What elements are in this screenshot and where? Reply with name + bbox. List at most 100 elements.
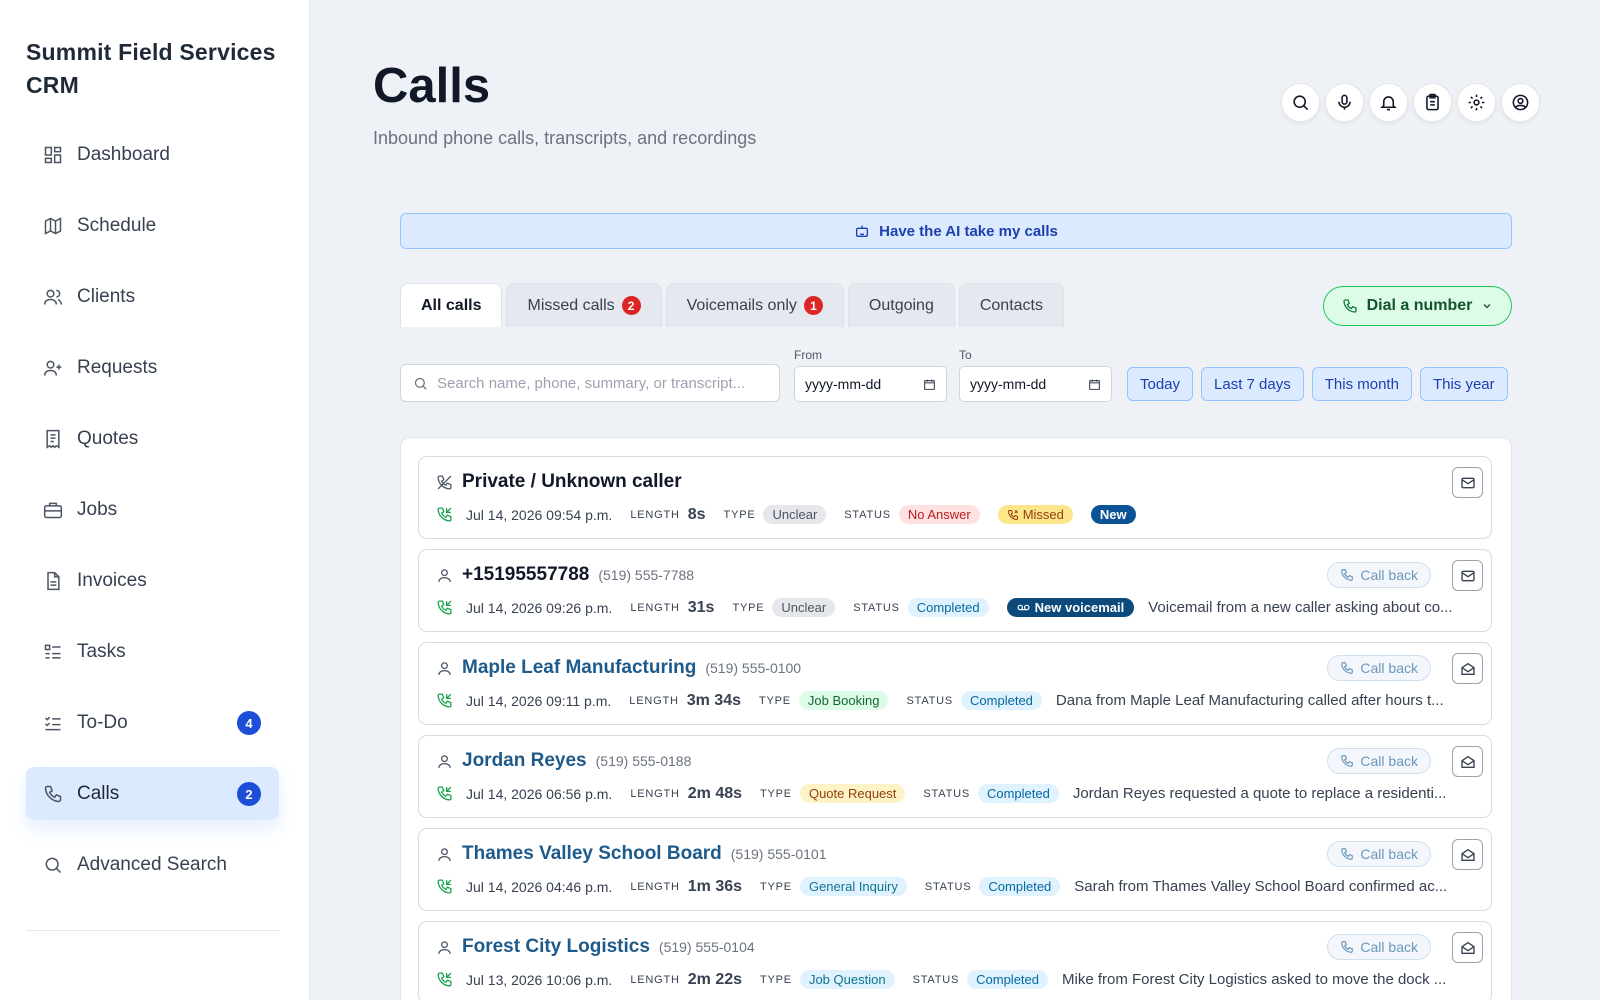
caller-name-link[interactable]: Jordan Reyes xyxy=(462,750,587,772)
call-back-label: Call back xyxy=(1360,939,1418,955)
caller-phone: (519) 555-0100 xyxy=(705,660,802,676)
tasks-icon xyxy=(44,644,61,659)
call-status-badge: Completed xyxy=(961,691,1042,710)
call-length: 31s xyxy=(687,598,715,616)
dial-number-button[interactable]: Dial a number xyxy=(1323,286,1512,326)
incoming-call-icon xyxy=(437,507,452,522)
profile-button[interactable] xyxy=(1501,83,1540,122)
missed-flag: Missed xyxy=(997,505,1073,524)
call-back-label: Call back xyxy=(1360,753,1418,769)
sidebar-item-invoices[interactable]: Invoices xyxy=(26,554,279,607)
sidebar-item-label: Calls xyxy=(77,782,120,804)
call-date: Jul 14, 2026 09:11 p.m. xyxy=(466,692,612,709)
sidebar-item-calls[interactable]: Calls 2 xyxy=(26,767,279,820)
tab-all-calls[interactable]: All calls xyxy=(400,283,503,327)
message-open-button[interactable] xyxy=(1452,746,1483,777)
sidebar-item-dashboard[interactable]: Dashboard xyxy=(26,128,279,181)
call-row[interactable]: Forest City Logistics (519) 555-0104 Jul… xyxy=(418,921,1492,1000)
message-open-button[interactable] xyxy=(1452,653,1483,684)
user-icon xyxy=(438,940,451,954)
call-row[interactable]: Thames Valley School Board (519) 555-010… xyxy=(418,828,1492,911)
from-date-field[interactable]: yyyy-mm-dd xyxy=(794,366,947,402)
call-back-button[interactable]: Call back xyxy=(1327,934,1431,960)
call-type-badge: Job Question xyxy=(799,970,895,989)
sidebar-item-label: Jobs xyxy=(77,498,118,520)
call-back-button[interactable]: Call back xyxy=(1327,562,1431,588)
search-icon xyxy=(414,377,427,390)
voicemail-flag-label: New voicemail xyxy=(1034,600,1125,615)
voicemail-icon xyxy=(1017,604,1030,611)
range-today-button[interactable]: Today xyxy=(1127,367,1194,401)
message-button[interactable] xyxy=(1452,467,1483,498)
user-icon xyxy=(438,847,451,861)
caller-phone: (519) 555-7788 xyxy=(598,567,695,583)
caller-name-link[interactable]: Forest City Logistics xyxy=(462,936,650,958)
call-header: Thames Valley School Board (519) 555-010… xyxy=(436,843,827,865)
sidebar-item-schedule[interactable]: Schedule xyxy=(26,199,279,252)
header-search-button[interactable] xyxy=(1281,83,1320,122)
sidebar-item-clients[interactable]: Clients xyxy=(26,270,279,323)
call-row[interactable]: Private / Unknown caller Jul 14, 2026 09… xyxy=(418,456,1492,539)
call-date: Jul 14, 2026 04:46 p.m. xyxy=(466,878,613,895)
ai-banner-label: Have the AI take my calls xyxy=(879,222,1058,240)
voicemail-count-badge: 1 xyxy=(803,296,823,315)
range-this-month-button[interactable]: This month xyxy=(1311,367,1412,401)
ai-take-calls-button[interactable]: Have the AI take my calls xyxy=(400,213,1512,249)
sidebar-item-tasks[interactable]: Tasks xyxy=(26,625,279,678)
sidebar-item-requests[interactable]: Requests xyxy=(26,341,279,394)
sidebar-item-todo[interactable]: To-Do 4 xyxy=(26,696,279,749)
sidebar-item-advanced-search[interactable]: Advanced Search xyxy=(26,838,279,891)
mail-open-icon xyxy=(1460,755,1475,768)
message-open-button[interactable] xyxy=(1452,932,1483,963)
call-type-badge: Job Booking xyxy=(798,691,889,710)
call-back-label: Call back xyxy=(1360,846,1418,862)
missed-count-badge: 2 xyxy=(621,296,641,315)
sidebar-item-label: Clients xyxy=(77,285,136,307)
microphone-button[interactable] xyxy=(1325,83,1364,122)
call-row[interactable]: +15195557788 (519) 555-7788 Jul 14, 2026… xyxy=(418,549,1492,632)
tab-voicemails-only[interactable]: Voicemails only 1 xyxy=(665,283,844,327)
call-date: Jul 13, 2026 10:06 p.m. xyxy=(466,971,613,988)
message-open-button[interactable] xyxy=(1452,839,1483,870)
incoming-call-icon xyxy=(437,786,452,801)
call-header: Forest City Logistics (519) 555-0104 xyxy=(436,936,755,958)
map-icon xyxy=(44,216,62,235)
sidebar-item-quotes[interactable]: Quotes xyxy=(26,412,279,465)
new-flag: New xyxy=(1090,505,1136,524)
call-back-button[interactable]: Call back xyxy=(1327,748,1431,774)
call-row[interactable]: Jordan Reyes (519) 555-0188 Jul 14, 2026… xyxy=(418,735,1492,818)
caller-name-link[interactable]: Thames Valley School Board xyxy=(462,843,722,865)
call-back-button[interactable]: Call back xyxy=(1327,841,1431,867)
sidebar-item-jobs[interactable]: Jobs xyxy=(26,483,279,536)
gear-icon xyxy=(1468,94,1485,111)
length-label: LENGTH xyxy=(630,787,680,800)
voicemail-flag: New voicemail xyxy=(1006,598,1135,617)
call-row[interactable]: Maple Leaf Manufacturing (519) 555-0100 … xyxy=(418,642,1492,725)
notifications-button[interactable] xyxy=(1369,83,1408,122)
sidebar-item-label: Advanced Search xyxy=(77,853,227,875)
length-label: LENGTH xyxy=(630,601,680,614)
clipboard-button[interactable] xyxy=(1413,83,1452,122)
settings-button[interactable] xyxy=(1457,83,1496,122)
to-date-field[interactable]: yyyy-mm-dd xyxy=(959,366,1112,402)
phone-missed-icon xyxy=(437,474,452,490)
tab-missed-calls[interactable]: Missed calls 2 xyxy=(506,283,662,327)
tab-outgoing[interactable]: Outgoing xyxy=(847,283,955,327)
call-status-badge: Completed xyxy=(979,877,1061,896)
sidebar-item-label: Dashboard xyxy=(77,143,170,165)
length-label: LENGTH xyxy=(630,508,680,521)
call-back-label: Call back xyxy=(1360,567,1418,583)
message-button[interactable] xyxy=(1452,560,1483,591)
range-last-7-days-button[interactable]: Last 7 days xyxy=(1201,367,1304,401)
sidebar-item-label: Schedule xyxy=(77,214,157,236)
incoming-call-icon xyxy=(437,972,452,987)
caller-name: Private / Unknown caller xyxy=(462,471,682,492)
call-back-button[interactable]: Call back xyxy=(1327,655,1431,681)
phone-icon xyxy=(1341,941,1354,953)
range-this-year-button[interactable]: This year xyxy=(1419,367,1508,401)
caller-name-link[interactable]: Maple Leaf Manufacturing xyxy=(462,657,696,679)
dial-label: Dial a number xyxy=(1366,297,1473,314)
search-input[interactable] xyxy=(437,374,757,392)
call-date: Jul 14, 2026 09:26 p.m. xyxy=(466,599,613,616)
tab-contacts[interactable]: Contacts xyxy=(958,283,1064,327)
